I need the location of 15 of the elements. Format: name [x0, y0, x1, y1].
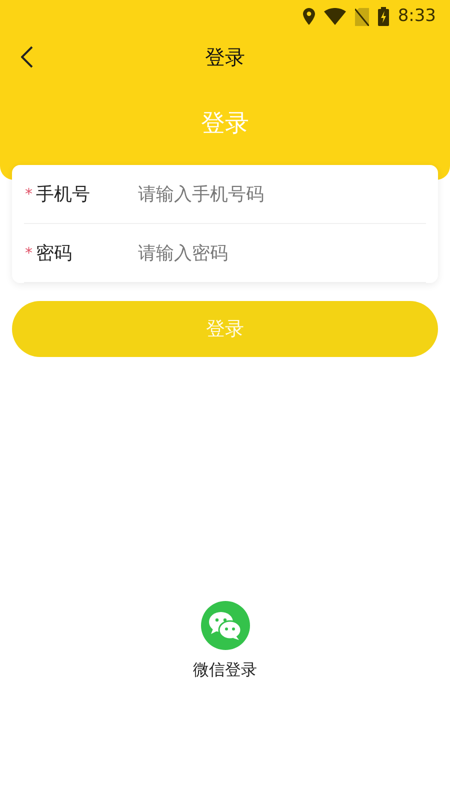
- header-title: 登录: [201, 108, 249, 139]
- required-mark: *: [24, 242, 34, 264]
- field-label: 密码: [36, 242, 73, 266]
- required-mark: *: [24, 184, 34, 205]
- field-label: 手机号: [36, 182, 91, 206]
- back-icon: [21, 46, 33, 68]
- input-field[interactable]: 请输入密码: [138, 233, 426, 273]
- nav-title: 登录: [205, 44, 245, 71]
- battery-charging-icon: [378, 7, 389, 26]
- wifi-icon: [324, 8, 346, 25]
- wechat-login-label: 微信登录: [193, 659, 257, 681]
- status-time: 8:33: [398, 4, 436, 28]
- chat-bubbles-icon: [208, 610, 242, 640]
- location-icon: [302, 8, 315, 25]
- input-field[interactable]: 请输入手机号码: [138, 174, 426, 214]
